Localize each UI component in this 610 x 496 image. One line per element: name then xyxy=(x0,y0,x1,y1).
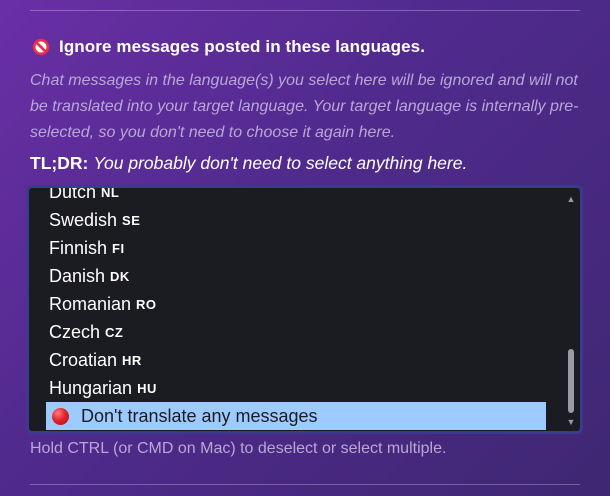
language-option-czech[interactable]: Czech CZ xyxy=(46,318,546,346)
option-code: HU xyxy=(137,380,157,396)
option-code: DK xyxy=(110,268,130,284)
option-name: Hungarian xyxy=(49,377,133,398)
scroll-down-icon[interactable]: ▼ xyxy=(565,416,577,428)
listbox-scrollbar[interactable]: ▲ ▼ xyxy=(565,191,577,428)
language-option-romanian[interactable]: Romanian RO xyxy=(46,290,546,318)
option-name: Croatian xyxy=(49,349,118,370)
language-option-dutch[interactable]: Dutch NL xyxy=(46,185,546,206)
section-description: Chat messages in the language(s) you sel… xyxy=(30,72,579,141)
option-name: Dutch xyxy=(49,185,97,202)
top-divider xyxy=(30,10,580,11)
option-code: SE xyxy=(122,212,141,228)
language-listbox[interactable]: Dutch NL Swedish SE Finnish FI Danish DK Rom… xyxy=(26,185,583,434)
option-name: Romanian xyxy=(49,293,132,314)
option-label: Don't translate any messages xyxy=(81,405,318,426)
option-name: Danish xyxy=(49,265,106,286)
ban-icon xyxy=(32,38,50,56)
option-name: Finnish xyxy=(49,237,108,258)
option-code: FI xyxy=(112,240,125,256)
multi-select-hint: Hold CTRL (or CMD on Mac) to deselect or… xyxy=(30,440,447,457)
tldr-label: TL;DR: xyxy=(30,153,89,173)
language-option-hungarian[interactable]: Hungarian HU xyxy=(46,374,546,402)
option-name: Czech xyxy=(49,321,101,342)
option-code: RO xyxy=(136,296,157,312)
option-dont-translate[interactable]: Don't translate any messages xyxy=(46,402,546,430)
option-name: Swedish xyxy=(49,209,118,230)
tldr-text: You probably don't need to select anythi… xyxy=(93,153,468,173)
scroll-up-icon[interactable]: ▲ xyxy=(565,193,577,205)
language-option-croatian[interactable]: Croatian HR xyxy=(46,346,546,374)
language-options: Dutch NL Swedish SE Finnish FI Danish DK Rom… xyxy=(29,185,560,430)
scrollbar-thumb[interactable] xyxy=(568,349,574,413)
language-option-finnish[interactable]: Finnish FI xyxy=(46,234,546,262)
section-heading: Ignore messages posted in these language… xyxy=(32,37,425,57)
tldr-line: TL;DR: You probably don't need to select … xyxy=(30,153,467,174)
option-code: CZ xyxy=(105,324,124,340)
heading-text: Ignore messages posted in these language… xyxy=(59,37,426,56)
red-circle-icon xyxy=(52,407,69,425)
option-code: NL xyxy=(101,185,120,200)
language-option-swedish[interactable]: Swedish SE xyxy=(46,206,546,234)
bottom-divider xyxy=(30,484,580,485)
option-code: HR xyxy=(122,352,142,368)
language-option-danish[interactable]: Danish DK xyxy=(46,262,546,290)
